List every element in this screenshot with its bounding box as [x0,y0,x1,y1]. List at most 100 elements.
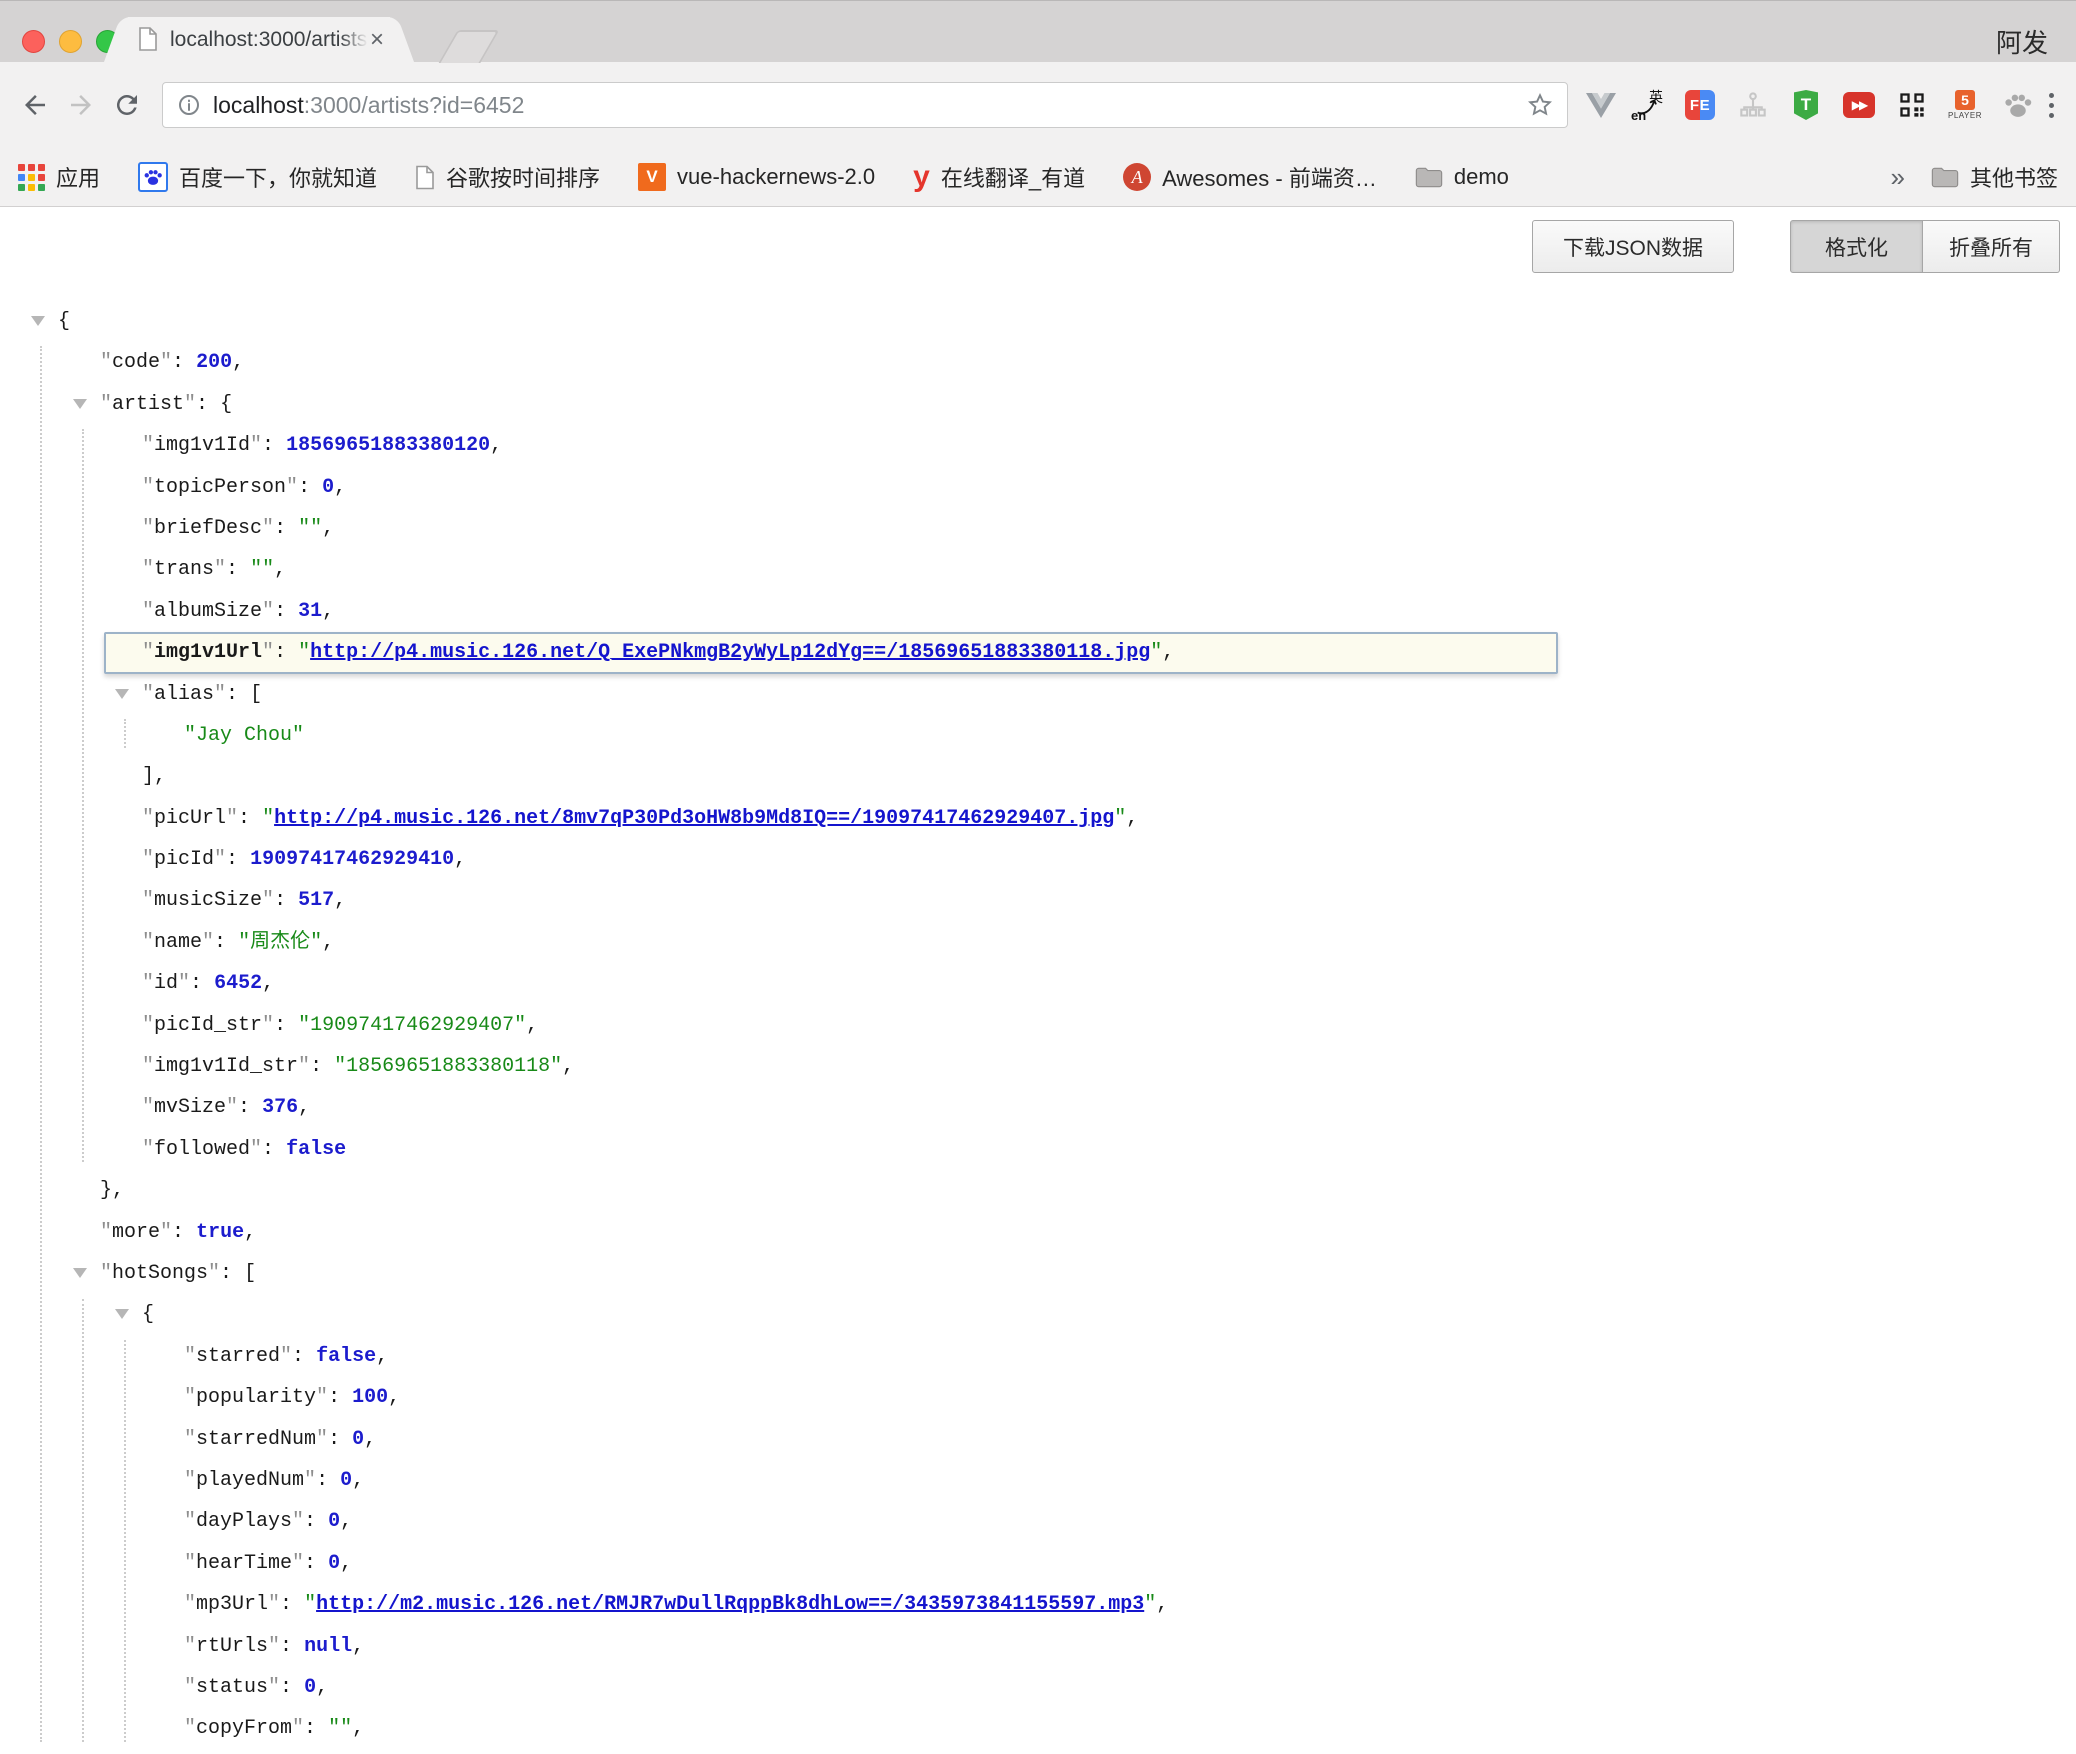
address-bar[interactable]: localhost:3000/artists?id=6452 [162,82,1568,128]
json-line-23: "more": true, [0,1212,2076,1253]
sitemap-extension-icon[interactable] [1736,85,1770,125]
video-speed-extension-icon[interactable]: ▶▶ [1842,85,1876,125]
info-icon[interactable] [177,93,201,117]
collapse-all-button[interactable]: 折叠所有 [1923,220,2060,273]
json-line-17: "id": 6452, [0,963,2076,1004]
bookmark-youdao-translate[interactable]: y 在线翻译_有道 [913,161,1085,193]
window-close-button[interactable] [22,30,45,53]
other-bookmarks-folder[interactable]: 其他书签 [1931,161,2058,193]
browser-tab[interactable]: localhost:3000/artists?id=645 × [128,17,390,63]
apps-grid-icon [18,164,45,191]
paw-extension-icon[interactable] [2001,85,2035,125]
json-line-12: ], [0,756,2076,797]
json-viewer: {"code": 200,"artist": {"img1v1Id": 1856… [0,207,2076,1753]
bookmark-star-icon[interactable] [1527,92,1553,118]
bookmarks-overflow-chevron[interactable]: » [1891,162,1905,193]
collapse-toggle-icon[interactable] [31,316,45,326]
extensions-row: 英en FE T ▶▶ 5PLAYER [1626,85,2035,125]
url-path: :3000/artists?id=6452 [304,92,525,118]
bookmark-baidu[interactable]: 百度一下，你就知道 [138,161,377,193]
json-line-29: "playedNum": 0, [0,1460,2076,1501]
json-line-33: "rtUrls": null, [0,1626,2076,1667]
collapse-toggle-icon[interactable] [73,1268,87,1278]
collapse-toggle-icon[interactable] [115,1309,129,1319]
chrome-menu-icon[interactable] [2043,93,2060,118]
json-line-9: "img1v1Url": "http://p4.music.126.net/Q_… [0,632,2076,673]
bookmarks-right: » 其他书签 [1891,161,2058,193]
bookmark-label: vue-hackernews-2.0 [677,164,875,190]
page-icon [415,165,435,190]
json-line-10: "alias": [ [0,674,2076,715]
bookmark-label: 应用 [56,161,100,193]
json-line-28: "starredNum": 0, [0,1419,2076,1460]
tab-strip: localhost:3000/artists?id=645 × 阿发 [0,0,2076,62]
forward-button[interactable] [62,86,100,124]
json-line-34: "status": 0, [0,1667,2076,1708]
format-button[interactable]: 格式化 [1790,220,1923,273]
json-line-24: "hotSongs": [ [0,1253,2076,1294]
other-bookmarks-label: 其他书签 [1970,161,2058,193]
window-minimize-button[interactable] [59,30,82,53]
translate-extension-icon[interactable]: 英en [1630,85,1664,125]
back-button[interactable] [16,86,54,124]
awesomes-icon: A [1123,163,1151,191]
tab-close-icon[interactable]: × [370,28,384,52]
page-content: 下载JSON数据 格式化 折叠所有 {"code": 200,"artist":… [0,207,2076,1753]
url-link[interactable]: http://p4.music.126.net/8mv7qP30Pd3oHW8b… [274,807,1114,830]
new-tab-button[interactable] [438,30,499,63]
youdao-icon: y [913,163,930,191]
url-link[interactable]: http://m2.music.126.net/RMJR7wDullRqppBk… [316,1593,1144,1616]
baidu-paw-icon [138,162,168,192]
profile-name[interactable]: 阿发 [1996,23,2048,60]
tampermonkey-extension-icon[interactable]: T [1789,85,1823,125]
json-actions: 下载JSON数据 格式化 折叠所有 [1532,220,2060,273]
bookmark-label: Awesomes - 前端资… [1162,161,1377,193]
json-line-18: "picId_str": "19097417462929407", [0,1005,2076,1046]
page-favicon [138,27,160,53]
json-line-6: "briefDesc": "", [0,508,2076,549]
json-line-26: "starred": false, [0,1336,2076,1377]
json-line-32: "mp3Url": "http://m2.music.126.net/RMJR7… [0,1584,2076,1625]
json-line-27: "popularity": 100, [0,1377,2076,1418]
collapse-toggle-icon[interactable] [115,689,129,699]
bookmarks-bar: 应用 百度一下，你就知道 谷歌按时间排序 Vvue-hackernews-2.0 y 在线… [0,148,2076,207]
bookmark-label: demo [1454,164,1509,190]
json-line-25: { [0,1294,2076,1335]
bookmark-vue-hackernews[interactable]: Vvue-hackernews-2.0 [638,163,875,191]
url-text: localhost:3000/artists?id=6452 [213,92,524,119]
json-line-7: "trans": "", [0,549,2076,590]
bookmark-apps[interactable]: 应用 [18,161,100,193]
collapse-toggle-icon[interactable] [73,399,87,409]
folder-icon [1931,166,1959,189]
html5-player-extension-icon[interactable]: 5PLAYER [1948,85,1982,125]
json-line-1: { [0,301,2076,342]
toolbar: localhost:3000/artists?id=6452 英en FE T ▶▶ 5… [0,62,2076,148]
bookmark-awesomes[interactable]: A Awesomes - 前端资… [1123,161,1377,193]
browser-window: localhost:3000/artists?id=645 × 阿发 local… [0,0,2076,1754]
json-line-22: }, [0,1170,2076,1211]
json-line-11: "Jay Chou" [0,715,2076,756]
json-line-8: "albumSize": 31, [0,591,2076,632]
qrcode-extension-icon[interactable] [1895,85,1929,125]
json-line-16: "name": "周杰伦", [0,922,2076,963]
bookmark-demo-folder[interactable]: demo [1415,164,1509,190]
json-line-13: "picUrl": "http://p4.music.126.net/8mv7q… [0,798,2076,839]
download-json-button[interactable]: 下载JSON数据 [1532,220,1734,273]
vue-devtools-icon[interactable] [1584,85,1618,125]
json-line-19: "img1v1Id_str": "18569651883380118", [0,1046,2076,1087]
bookmark-google-sorted[interactable]: 谷歌按时间排序 [415,161,600,193]
json-line-15: "musicSize": 517, [0,880,2076,921]
url-host: localhost [213,92,304,118]
json-line-30: "dayPlays": 0, [0,1501,2076,1542]
json-line-5: "topicPerson": 0, [0,467,2076,508]
reload-button[interactable] [108,86,146,124]
json-line-35: "copyFrom": "", [0,1708,2076,1749]
fe-toolbox-extension-icon[interactable]: FE [1683,85,1717,125]
json-line-14: "picId": 19097417462929410, [0,839,2076,880]
bookmark-label: 百度一下，你就知道 [179,161,377,193]
bookmark-label: 在线翻译_有道 [941,161,1085,193]
json-line-20: "mvSize": 376, [0,1087,2076,1128]
tab-title: localhost:3000/artists?id=645 [170,28,368,52]
url-link[interactable]: http://p4.music.126.net/Q_ExePNkmgB2yWyL… [310,641,1150,664]
json-line-3: "artist": { [0,384,2076,425]
